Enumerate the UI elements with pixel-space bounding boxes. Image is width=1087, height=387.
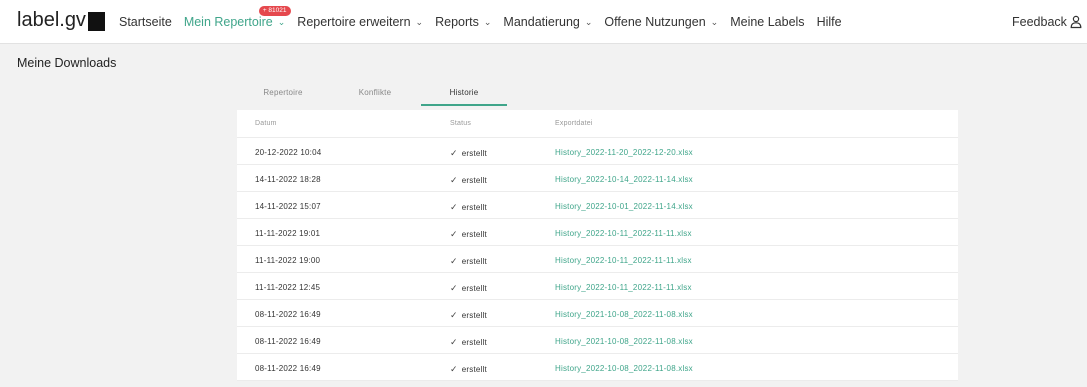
export-file-link[interactable]: History_2022-10-11_2022-11-11.xlsx (555, 283, 692, 292)
status-text: erstellt (461, 257, 487, 266)
status-text: erstellt (461, 284, 487, 293)
export-file-link[interactable]: History_2021-10-08_2022-11-08.xlsx (555, 310, 693, 319)
table-row: 11-11-2022 19:00 ✓ erstellt History_2022-10… (237, 246, 958, 273)
status-text: erstellt (461, 149, 487, 158)
nav-item-label: Mein Repertoire (183, 15, 273, 29)
table-header: Datum Status Exportdatei (237, 110, 958, 138)
row-status: ✓ erstellt (450, 337, 487, 348)
table-row: 11-11-2022 12:45 ✓ erstellt History_2022-10… (237, 273, 958, 300)
tab-bar: Repertoire Konflikte Historie (237, 82, 957, 106)
checkmark-icon: ✓ (450, 229, 458, 239)
column-header-status[interactable]: Status (450, 120, 471, 127)
user-icon[interactable] (1070, 15, 1082, 29)
row-date: 08-11-2022 16:49 (255, 337, 321, 346)
chevron-down-icon: ⌄ (584, 17, 593, 27)
top-navigation-bar: label.gv Startseite + 81021 Mein Reperto… (0, 0, 1087, 44)
export-file-link[interactable]: History_2022-10-01_2022-11-14.xlsx (555, 202, 693, 211)
status-text: erstellt (461, 230, 487, 239)
column-header-datum[interactable]: Datum (255, 120, 277, 127)
table-row: 20-12-2022 10:04 ✓ erstellt History_2022-11… (237, 138, 958, 165)
checkmark-icon: ✓ (450, 310, 458, 320)
row-date: 08-11-2022 16:49 (255, 310, 321, 319)
main-nav: Startseite + 81021 Mein Repertoire ⌄ Repe… (119, 6, 854, 29)
status-text: erstellt (461, 365, 487, 374)
row-status: ✓ erstellt (450, 175, 487, 186)
table-row: 14-11-2022 18:28 ✓ erstellt History_2022-10… (237, 165, 958, 192)
nav-item-label: Hilfe (816, 15, 842, 29)
nav-item-startseite[interactable]: Startseite (119, 15, 172, 29)
row-status: ✓ erstellt (450, 229, 487, 240)
table-row: 08-11-2022 16:49 ✓ erstellt History_2022-10… (237, 354, 958, 381)
nav-item-label: Mandatierung (503, 15, 580, 29)
export-file-link[interactable]: History_2022-10-08_2022-11-08.xlsx (555, 364, 693, 373)
status-text: erstellt (461, 176, 487, 185)
nav-item-label: Repertoire erweitern (297, 15, 411, 29)
status-text: erstellt (461, 203, 487, 212)
row-status: ✓ erstellt (450, 310, 487, 321)
export-file-link[interactable]: History_2022-10-14_2022-11-14.xlsx (555, 175, 693, 184)
nav-item-repertoire-erweitern[interactable]: Repertoire erweitern ⌄ (297, 15, 423, 29)
nav-item-label: Meine Labels (730, 15, 805, 29)
export-file-link[interactable]: History_2022-10-11_2022-11-11.xlsx (555, 256, 692, 265)
nav-item-label: Offene Nutzungen (604, 15, 706, 29)
export-file-link[interactable]: History_2021-10-08_2022-11-08.xlsx (555, 337, 693, 346)
row-status: ✓ erstellt (450, 148, 487, 159)
row-status: ✓ erstellt (450, 256, 487, 267)
nav-item-label: Startseite (119, 15, 172, 29)
table-row: 08-11-2022 16:49 ✓ erstellt History_2021-10… (237, 327, 958, 354)
nav-item-hilfe[interactable]: Hilfe (817, 15, 842, 29)
checkmark-icon: ✓ (450, 148, 458, 158)
nav-item-reports[interactable]: Reports ⌄ (435, 15, 491, 29)
checkmark-icon: ✓ (450, 202, 458, 212)
status-text: erstellt (461, 311, 487, 320)
export-file-link[interactable]: History_2022-11-20_2022-12-20.xlsx (555, 148, 693, 157)
chevron-down-icon: ⌄ (277, 17, 286, 27)
tab-konflikte[interactable]: Konflikte (329, 82, 421, 106)
row-status: ✓ erstellt (450, 202, 487, 213)
row-date: 14-11-2022 15:07 (255, 202, 321, 211)
chevron-down-icon: ⌄ (710, 17, 719, 27)
nav-item-meine-labels[interactable]: Meine Labels (730, 15, 804, 29)
app-logo[interactable]: label.gv (17, 9, 105, 32)
logo-text: label.gv (17, 9, 86, 31)
row-date: 11-11-2022 19:00 (255, 256, 321, 265)
tab-historie[interactable]: Historie (421, 82, 507, 106)
nav-item-label: Reports (435, 15, 479, 29)
row-date: 11-11-2022 19:01 (255, 229, 321, 238)
status-text: erstellt (461, 338, 487, 347)
downloads-table: Datum Status Exportdatei 20-12-2022 10:0… (237, 110, 958, 381)
feedback-link[interactable]: Feedback (1012, 15, 1067, 29)
checkmark-icon: ✓ (450, 256, 458, 266)
chevron-down-icon: ⌄ (483, 17, 492, 27)
row-date: 11-11-2022 12:45 (255, 283, 321, 292)
nav-item-mein-repertoire[interactable]: + 81021 Mein Repertoire ⌄ (183, 6, 291, 29)
row-date: 08-11-2022 16:49 (255, 364, 321, 373)
page-title: Meine Downloads (17, 56, 117, 70)
row-date: 20-12-2022 10:04 (255, 148, 322, 157)
row-date: 14-11-2022 18:28 (255, 175, 321, 184)
checkmark-icon: ✓ (450, 364, 458, 374)
nav-item-mandatierung[interactable]: Mandatierung ⌄ (503, 15, 592, 29)
logo-block-icon (87, 12, 105, 31)
checkmark-icon: ✓ (450, 175, 458, 185)
row-status: ✓ erstellt (450, 283, 487, 294)
table-row: 14-11-2022 15:07 ✓ erstellt History_2022-10… (237, 192, 958, 219)
column-header-exportdatei[interactable]: Exportdatei (555, 120, 593, 127)
table-row: 11-11-2022 19:01 ✓ erstellt History_2022-10… (237, 219, 958, 246)
checkmark-icon: ✓ (450, 337, 458, 347)
notification-badge: + 81021 (258, 6, 291, 16)
tab-repertoire[interactable]: Repertoire (237, 82, 329, 106)
export-file-link[interactable]: History_2022-10-11_2022-11-11.xlsx (555, 229, 692, 238)
row-status: ✓ erstellt (450, 364, 487, 375)
chevron-down-icon: ⌄ (415, 17, 424, 27)
nav-item-offene-nutzungen[interactable]: Offene Nutzungen ⌄ (604, 15, 718, 29)
table-row: 08-11-2022 16:49 ✓ erstellt History_2021-10… (237, 300, 958, 327)
checkmark-icon: ✓ (450, 283, 458, 293)
